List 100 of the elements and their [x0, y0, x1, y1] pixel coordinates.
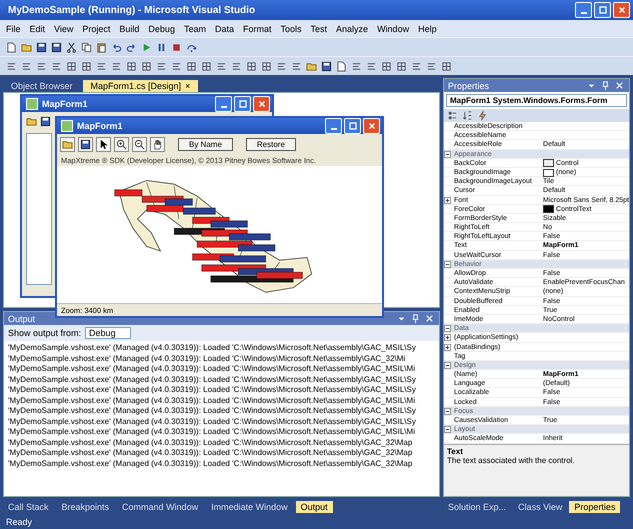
folder-icon[interactable] — [306, 60, 317, 72]
save-icon[interactable] — [40, 116, 51, 127]
document-tab[interactable]: Object Browser — [3, 80, 81, 92]
expand-icon[interactable] — [444, 196, 452, 204]
grid-icon[interactable] — [396, 60, 407, 72]
save-icon[interactable] — [51, 42, 62, 52]
copy-icon[interactable] — [81, 42, 92, 52]
alphabetical-icon[interactable] — [462, 110, 474, 121]
stop-icon[interactable] — [171, 42, 182, 52]
collapse-icon[interactable] — [444, 362, 452, 369]
list-box[interactable] — [26, 133, 52, 285]
align-icon[interactable] — [156, 60, 167, 72]
play-icon[interactable] — [141, 42, 152, 52]
align-icon[interactable] — [231, 60, 242, 72]
align-icon[interactable] — [351, 60, 362, 72]
grid-icon[interactable] — [186, 60, 197, 72]
align-icon[interactable] — [276, 60, 287, 72]
folder-icon[interactable] — [21, 42, 32, 52]
align-icon[interactable] — [6, 60, 17, 72]
panel-tab[interactable]: Solution Exp... — [443, 501, 512, 513]
grid-icon[interactable] — [261, 60, 272, 72]
file-icon[interactable] — [6, 42, 17, 52]
grid-icon[interactable] — [81, 60, 92, 72]
panel-tab[interactable]: Breakpoints — [56, 501, 114, 513]
pause-icon[interactable] — [156, 42, 167, 52]
collapse-icon[interactable] — [444, 408, 452, 415]
panel-tab[interactable]: Properties — [569, 501, 620, 513]
cut-icon[interactable] — [66, 42, 77, 52]
paste-icon[interactable] — [96, 42, 107, 52]
menu-item[interactable]: Help — [418, 24, 437, 34]
minimize-button[interactable] — [215, 96, 232, 112]
menu-item[interactable]: Build — [119, 24, 140, 34]
pin-icon[interactable] — [410, 313, 422, 324]
pointer-icon[interactable] — [98, 139, 109, 150]
align-icon[interactable] — [111, 60, 122, 72]
form-button[interactable]: By Name — [178, 138, 233, 151]
folder-icon[interactable] — [26, 116, 37, 127]
menu-item[interactable]: Edit — [30, 24, 46, 34]
document-tab[interactable]: MapForm1.cs [Design] × — [82, 80, 198, 92]
output-source-dropdown[interactable]: Debug — [85, 327, 131, 339]
grid-icon[interactable] — [66, 60, 77, 72]
collapse-icon[interactable] — [444, 426, 452, 434]
menu-item[interactable]: Format — [242, 24, 272, 34]
grid-icon[interactable] — [126, 60, 137, 72]
close-tab-icon[interactable]: × — [185, 81, 190, 91]
close-button[interactable] — [363, 118, 380, 134]
panel-tab[interactable]: Class View — [513, 501, 568, 513]
align-icon[interactable] — [291, 60, 302, 72]
minimize-button[interactable] — [325, 118, 342, 134]
grid-icon[interactable] — [201, 60, 212, 72]
align-icon[interactable] — [36, 60, 47, 72]
maximize-button[interactable] — [344, 118, 361, 134]
file-icon[interactable] — [336, 60, 347, 72]
align-icon[interactable] — [426, 60, 437, 72]
expand-icon[interactable] — [444, 344, 452, 351]
collapse-icon[interactable] — [444, 260, 452, 268]
save-icon[interactable] — [80, 139, 91, 150]
folder-icon[interactable] — [62, 139, 73, 150]
menu-item[interactable]: Data — [214, 24, 234, 34]
menu-item[interactable]: Team — [184, 24, 206, 34]
minimize-button[interactable] — [575, 2, 592, 18]
collapse-icon[interactable] — [444, 325, 452, 332]
menu-item[interactable]: Tools — [280, 24, 302, 34]
menu-item[interactable]: Debug — [148, 24, 175, 34]
pin-icon[interactable] — [600, 80, 611, 91]
align-icon[interactable] — [216, 60, 227, 72]
categorized-icon[interactable] — [447, 110, 458, 121]
menu-item[interactable]: Analyze — [336, 24, 368, 34]
panel-tab[interactable]: Call Stack — [3, 501, 54, 513]
panel-tab[interactable]: Immediate Window — [206, 501, 293, 513]
events-icon[interactable] — [477, 110, 488, 121]
grid-icon[interactable] — [381, 60, 392, 72]
form-button[interactable]: Restore — [246, 138, 296, 151]
menu-item[interactable]: View — [54, 24, 74, 34]
align-icon[interactable] — [171, 60, 182, 72]
redo-icon[interactable] — [126, 42, 137, 52]
close-icon[interactable] — [614, 80, 625, 91]
grid-icon[interactable] — [441, 60, 452, 72]
menu-item[interactable]: Project — [82, 24, 110, 34]
menu-item[interactable]: File — [6, 24, 21, 34]
undo-icon[interactable] — [111, 42, 122, 52]
panel-tab[interactable]: Command Window — [117, 501, 204, 513]
close-icon[interactable] — [424, 313, 436, 324]
save-icon[interactable] — [36, 42, 47, 52]
panel-tab[interactable]: Output — [296, 501, 333, 513]
hand-icon[interactable] — [152, 139, 163, 150]
align-icon[interactable] — [366, 60, 377, 72]
maximize-button[interactable] — [234, 96, 251, 112]
align-icon[interactable] — [21, 60, 32, 72]
maximize-button[interactable] — [594, 2, 611, 18]
menu-item[interactable]: Test — [310, 24, 328, 34]
close-button[interactable] — [613, 2, 630, 18]
save-icon[interactable] — [321, 60, 332, 72]
menu-item[interactable]: Window — [377, 24, 410, 34]
align-icon[interactable] — [51, 60, 62, 72]
object-dropdown[interactable]: MapForm1 System.Windows.Forms.Form — [446, 94, 627, 107]
align-icon[interactable] — [96, 60, 107, 72]
zoom-out-icon[interactable] — [134, 139, 145, 150]
expand-icon[interactable] — [444, 334, 452, 342]
collapse-icon[interactable] — [444, 150, 452, 158]
